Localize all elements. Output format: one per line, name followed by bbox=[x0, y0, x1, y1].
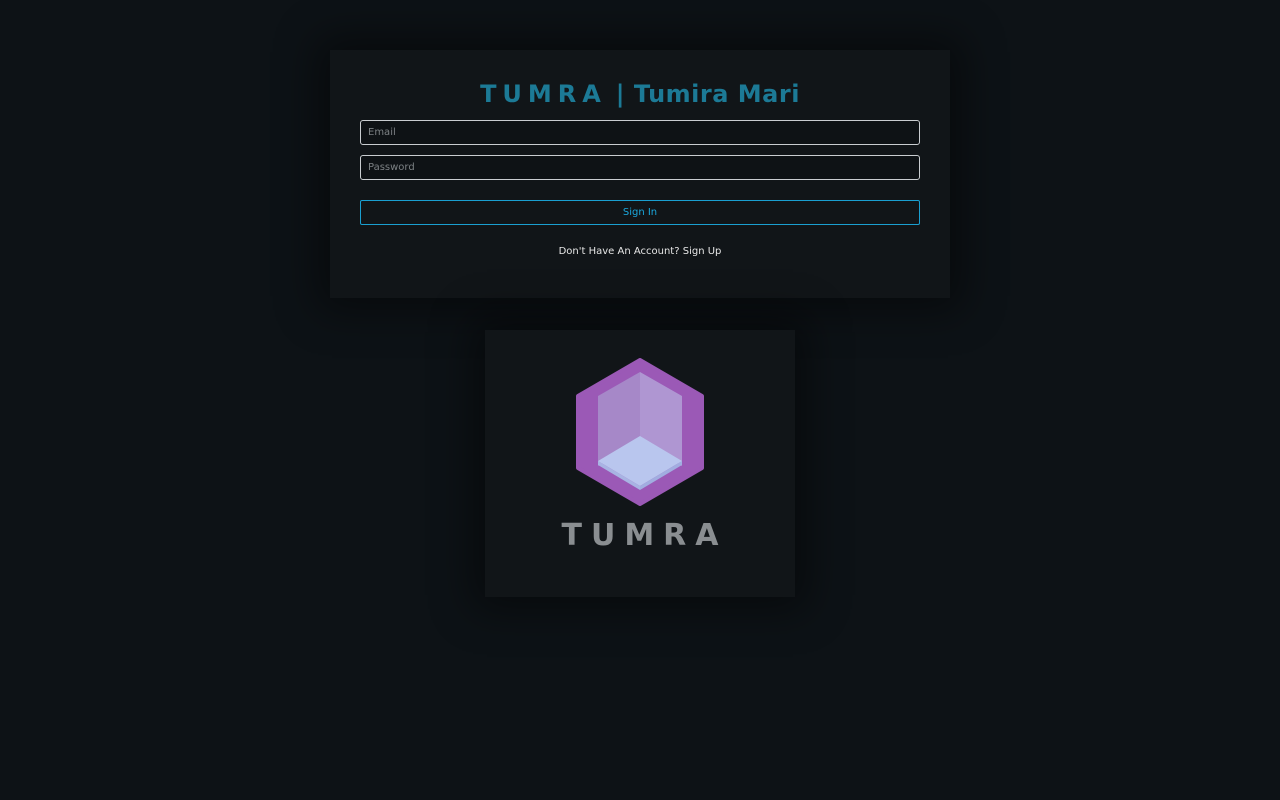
sign-in-button[interactable]: Sign In bbox=[360, 200, 920, 225]
signup-prompt: Don't Have An Account? bbox=[558, 246, 680, 257]
logo-text: TUMRA bbox=[561, 518, 728, 553]
signup-row: Don't Have An Account? Sign Up bbox=[360, 245, 920, 259]
page-title: TUMRA | Tumira Mari bbox=[360, 78, 920, 110]
sign-up-link[interactable]: Sign Up bbox=[683, 246, 722, 257]
title-separator: | bbox=[606, 80, 634, 108]
password-field[interactable] bbox=[360, 155, 920, 180]
title-name: Tumira Mari bbox=[633, 80, 800, 108]
hexagon-cube-icon bbox=[576, 358, 704, 506]
logo-card: TUMRA bbox=[485, 330, 795, 597]
title-brand: TUMRA bbox=[480, 80, 607, 108]
page: TUMRA | Tumira Mari Sign In Don't Have A… bbox=[0, 0, 1280, 800]
email-field[interactable] bbox=[360, 120, 920, 145]
login-card: TUMRA | Tumira Mari Sign In Don't Have A… bbox=[330, 50, 950, 298]
